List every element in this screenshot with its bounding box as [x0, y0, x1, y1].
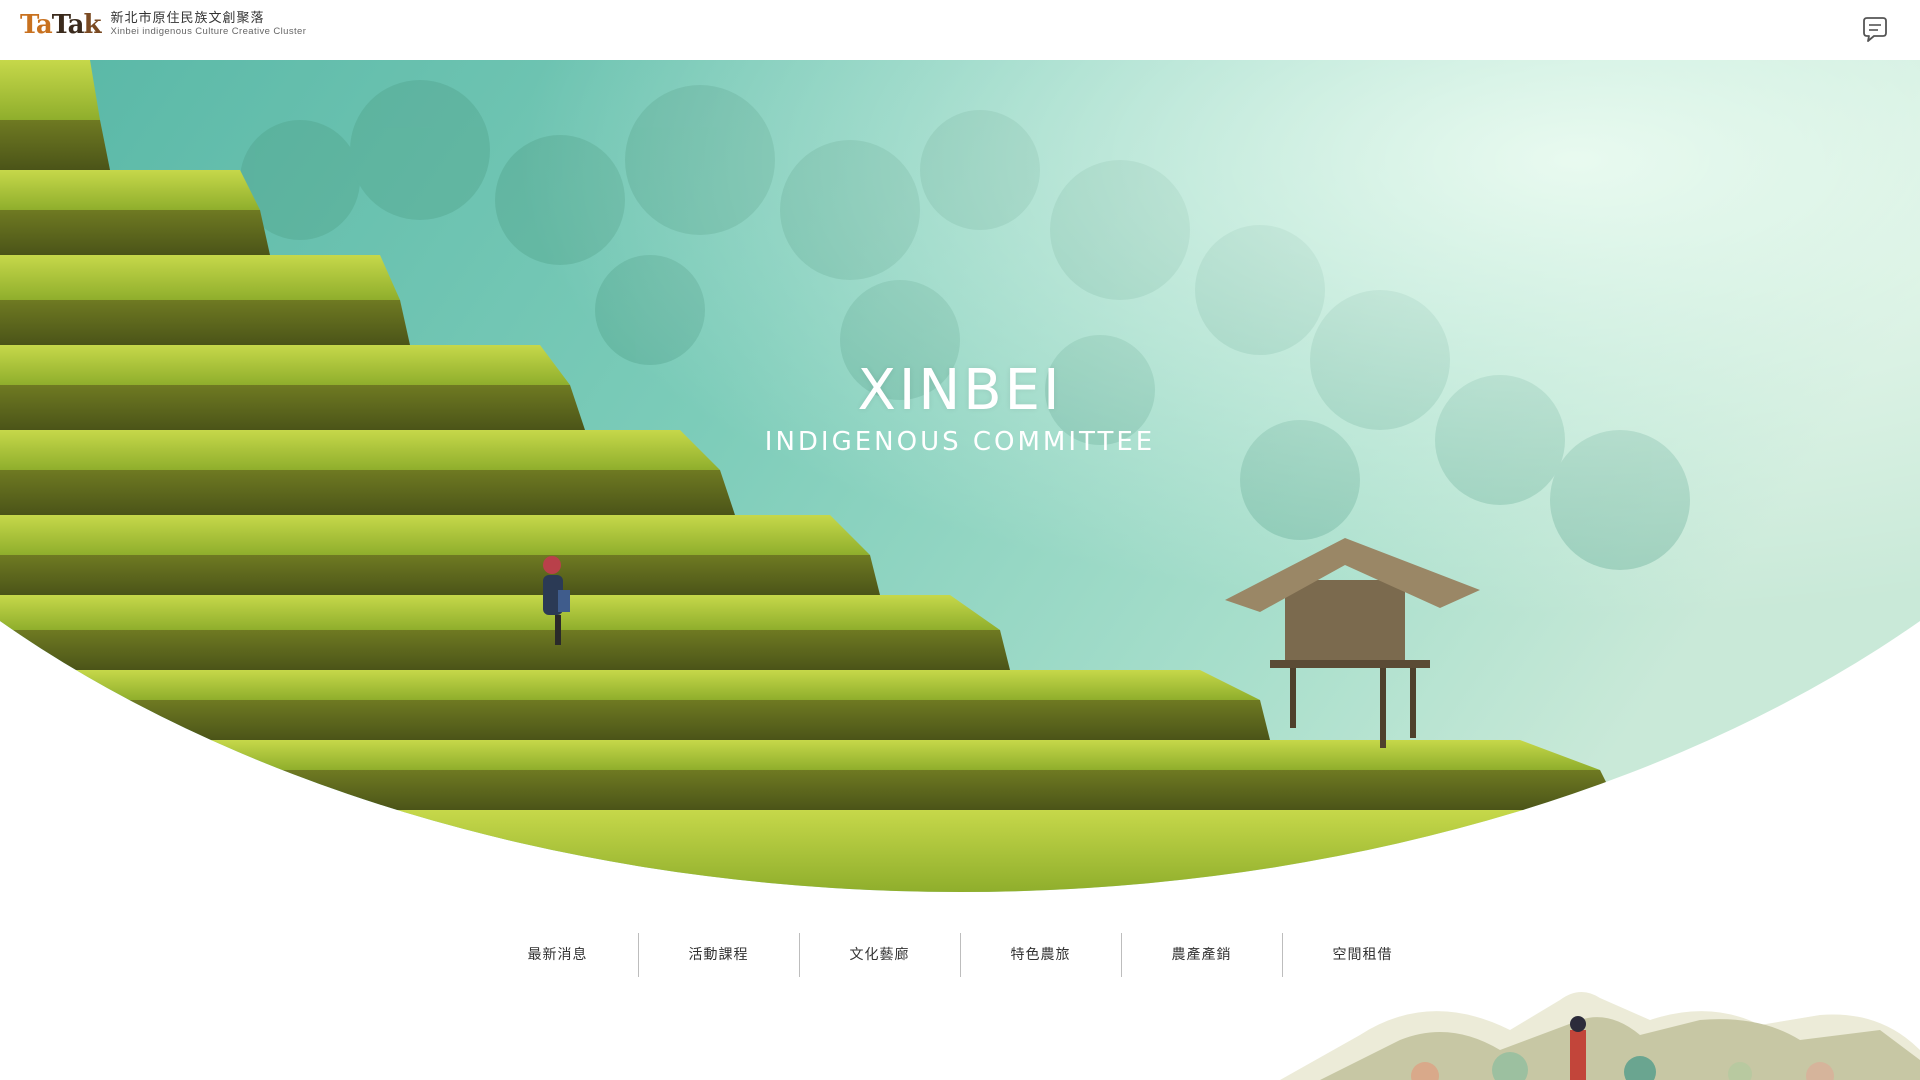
mountain-illustration — [1280, 991, 1920, 1080]
hero-banner: XINBEI INDIGENOUS COMMITTEE — [0, 60, 1920, 892]
logo-name-cn: 新北市原住民族文創聚落 — [110, 11, 265, 27]
hero-title: XINBEI — [857, 358, 1063, 423]
chat-bubble-icon[interactable] — [1860, 15, 1890, 45]
nav-item-produce[interactable]: 農產產銷 — [1122, 932, 1282, 978]
main-nav: 最新消息 活動課程 文化藝廊 特色農旅 農產產銷 空間租借 — [0, 932, 1920, 978]
nav-item-space-rental[interactable]: 空間租借 — [1283, 932, 1443, 978]
logo-text: 新北市原住民族文創聚落 Xinbei indigenous Culture Cr… — [110, 11, 307, 38]
hero-subtitle: INDIGENOUS COMMITTEE — [764, 427, 1156, 457]
nav-item-courses[interactable]: 活動課程 — [639, 932, 799, 978]
nav-item-agritourism[interactable]: 特色農旅 — [961, 932, 1121, 978]
logo-wordmark: TaTak — [20, 10, 101, 40]
logo-name-en: Xinbei indigenous Culture Creative Clust… — [110, 26, 307, 37]
hero-image-rice-terraces — [0, 60, 1920, 892]
nav-item-gallery[interactable]: 文化藝廊 — [800, 932, 960, 978]
site-logo[interactable]: TaTak 新北市原住民族文創聚落 Xinbei indigenous Cult… — [20, 10, 307, 40]
nav-item-news[interactable]: 最新消息 — [478, 932, 638, 978]
site-header: TaTak 新北市原住民族文創聚落 Xinbei indigenous Cult… — [0, 0, 1920, 60]
